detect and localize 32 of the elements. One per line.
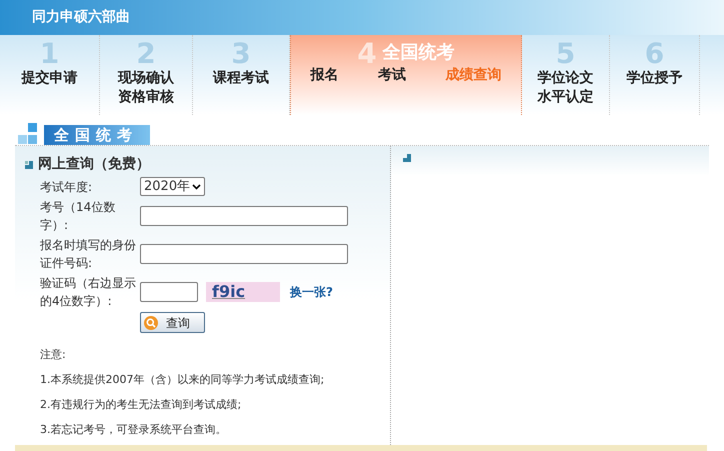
search-icon	[144, 316, 158, 330]
form-title: 网上查询（免费）	[38, 155, 150, 174]
note-text: 注意:	[40, 347, 67, 363]
squares-icon	[25, 160, 33, 168]
step-label[interactable]: 课程考试	[213, 69, 269, 88]
step-label[interactable]: 学位论文 水平认定	[538, 69, 594, 107]
field-label: 考号（14位数字）:	[40, 199, 116, 234]
captcha-image: f9ic	[206, 282, 280, 302]
step-title: 全国统考	[382, 40, 455, 64]
field-label: 验证码（右边显示的4位数字）:	[40, 275, 137, 310]
step-label[interactable]: 学位授予	[626, 69, 682, 88]
note-text: 1.本系统提供2007年（含）以来的同等学力考试成绩查询;	[40, 372, 325, 388]
field-label: 报名时填写的身份证件号码:	[40, 237, 137, 272]
header-title: 同力申硕六部曲	[32, 8, 130, 27]
squares-icon	[18, 123, 40, 145]
step-link[interactable]: 报名	[310, 65, 339, 86]
search-button[interactable]: 查询	[140, 312, 205, 333]
step-label[interactable]: 提交申请	[22, 69, 78, 88]
step-number: 4	[357, 39, 377, 69]
chevron-down-icon	[192, 184, 202, 190]
refresh-link[interactable]: 换一张?	[290, 283, 333, 301]
step-label[interactable]: 现场确认 资格审核	[118, 69, 174, 107]
input-field[interactable]	[140, 282, 198, 302]
note-text: 2.有违规行为的考生无法查询到考试成绩;	[40, 397, 242, 413]
year-select[interactable]: 2020年	[140, 177, 206, 196]
note-text: 3.若忘记考号，可登录系统平台查询。	[40, 422, 228, 438]
squares-icon	[403, 154, 411, 162]
input-field[interactable]	[140, 206, 348, 226]
field-label: 考试年度:	[40, 178, 94, 196]
step-link[interactable]: 考试	[378, 65, 406, 86]
input-field[interactable]	[140, 244, 348, 264]
section-banner: 全国统考	[44, 125, 150, 145]
